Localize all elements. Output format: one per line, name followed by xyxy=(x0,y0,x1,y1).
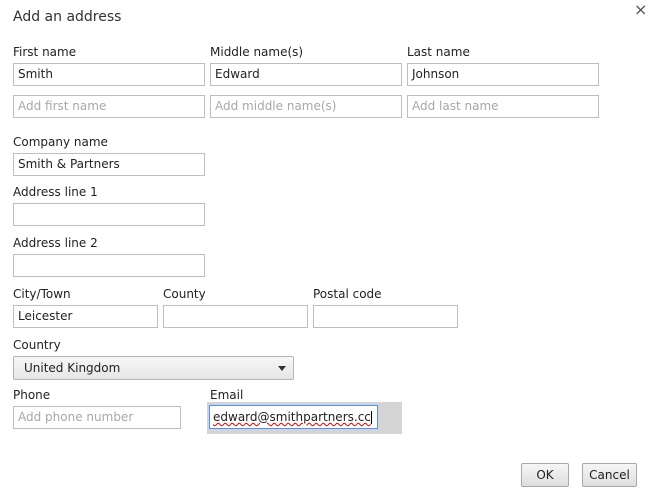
add-middle-name-input[interactable]: Add middle name(s) xyxy=(210,95,402,118)
add-first-name-input[interactable]: Add first name xyxy=(13,95,205,118)
first-name-input[interactable]: Smith xyxy=(13,63,205,86)
add-address-dialog: Add an address × First name Middle name(… xyxy=(0,0,654,496)
first-name-label: First name xyxy=(13,45,77,59)
dropdown-arrow-icon xyxy=(278,366,286,371)
country-selected-value: United Kingdom xyxy=(24,361,121,375)
address-line-2-label: Address line 2 xyxy=(13,236,98,250)
city-label: City/Town xyxy=(13,287,71,301)
company-name-label: Company name xyxy=(13,135,108,149)
add-last-name-input[interactable]: Add last name xyxy=(407,95,599,118)
email-label: Email xyxy=(210,388,244,402)
email-input[interactable]: edward@smithpartners.cc xyxy=(209,405,378,429)
phone-label: Phone xyxy=(13,388,51,402)
email-field-highlight: edward@smithpartners.cc xyxy=(207,402,402,434)
ok-button[interactable]: OK xyxy=(521,463,569,487)
close-icon[interactable]: × xyxy=(634,2,647,18)
country-label: Country xyxy=(13,338,61,352)
company-name-input[interactable]: Smith & Partners xyxy=(13,153,205,176)
middle-name-input[interactable]: Edward xyxy=(210,63,402,86)
email-value: edward@smithpartners.cc xyxy=(213,410,371,424)
last-name-label: Last name xyxy=(407,45,470,59)
text-caret xyxy=(370,411,372,424)
country-select[interactable]: United Kingdom xyxy=(13,356,294,380)
county-input[interactable] xyxy=(163,305,308,328)
middle-name-label: Middle name(s) xyxy=(210,45,304,59)
address-line-1-input[interactable] xyxy=(13,203,205,226)
address-line-2-input[interactable] xyxy=(13,254,205,277)
county-label: County xyxy=(163,287,206,301)
postal-code-label: Postal code xyxy=(313,287,382,301)
postal-code-input[interactable] xyxy=(313,305,458,328)
phone-input[interactable]: Add phone number xyxy=(13,406,181,429)
last-name-input[interactable]: Johnson xyxy=(407,63,599,86)
cancel-button[interactable]: Cancel xyxy=(582,463,637,487)
city-input[interactable]: Leicester xyxy=(13,305,158,328)
dialog-title: Add an address xyxy=(13,9,122,25)
address-line-1-label: Address line 1 xyxy=(13,185,98,199)
